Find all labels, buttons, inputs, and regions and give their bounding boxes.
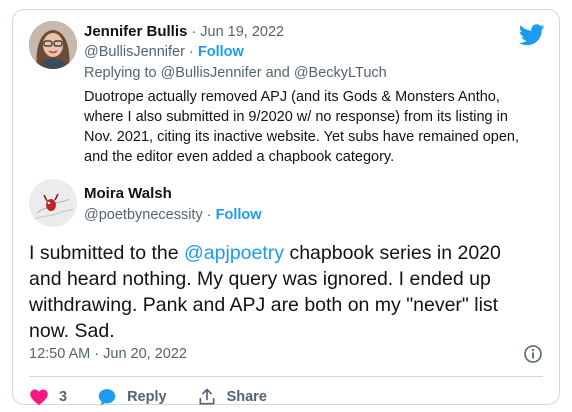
main-text-before-mention: I submitted to the xyxy=(29,242,179,264)
main-tweet-text: I submitted to the @apjpoetry chapbook s… xyxy=(29,240,549,344)
reply-text-line: Duotrope actually removed APJ (and its G… xyxy=(84,89,500,105)
main-text-line: I submitted to the @apjpoetry chapbook s… xyxy=(29,240,549,266)
main-text-line: withdrawing. Pank and APJ are both on my… xyxy=(29,294,499,316)
like-count: 3 xyxy=(59,389,68,405)
reply-bubble-icon xyxy=(98,389,116,406)
share-label: Share xyxy=(226,389,267,405)
avatar-moira[interactable] xyxy=(29,179,77,227)
reply-tweet-text: Duotrope actually removed APJ (and its G… xyxy=(84,87,544,167)
main-author-name[interactable]: Moira Walsh xyxy=(84,185,172,202)
main-text-line: and heard nothing. My query was ignored.… xyxy=(29,268,491,290)
replying-to-and: and xyxy=(265,65,290,81)
tweet-actions: 3 Reply Share xyxy=(29,385,297,409)
apjpoetry-mention-link[interactable]: @apjpoetry xyxy=(184,242,284,264)
reply-label: Reply xyxy=(127,389,167,405)
reply-button[interactable]: Reply xyxy=(97,387,167,407)
main-author-handle[interactable]: @poetbynecessity xyxy=(84,207,203,223)
info-icon[interactable] xyxy=(523,344,543,364)
reply-tweet-header: Jennifer Bullis · Jun 19, 2022 xyxy=(84,22,284,42)
handle-separator: · xyxy=(189,44,194,60)
reply-handle-row: @BullisJennifer · Follow xyxy=(84,42,244,62)
reply-tweet-date[interactable]: Jun 19, 2022 xyxy=(200,24,284,40)
reply-author-name[interactable]: Jennifer Bullis xyxy=(84,23,187,40)
twitter-bird-icon[interactable] xyxy=(519,24,545,46)
tweet-timestamp[interactable]: 12:50 AM · Jun 20, 2022 xyxy=(29,346,187,362)
action-divider xyxy=(29,376,543,377)
avatar-jennifer-image xyxy=(29,21,77,69)
handle-separator: · xyxy=(206,207,212,223)
replying-to-line: Replying to @BullisJennifer and @BeckyLT… xyxy=(84,63,387,83)
main-tweet-header: Moira Walsh xyxy=(84,184,172,204)
main-text-after-mention: chapbook series in 2020 xyxy=(289,242,501,264)
heart-icon xyxy=(30,389,48,405)
main-handle-row: @poetbynecessity · Follow xyxy=(84,205,262,225)
avatar-moira-image xyxy=(29,179,77,227)
avatar-jennifer[interactable] xyxy=(29,21,77,69)
header-separator: · xyxy=(191,24,197,40)
share-button[interactable]: Share xyxy=(197,387,267,407)
follow-jennifer-link[interactable]: Follow xyxy=(198,44,244,60)
follow-moira-link[interactable]: Follow xyxy=(216,207,262,223)
replying-to-label: Replying to xyxy=(84,65,157,81)
reply-author-handle[interactable]: @BullisJennifer xyxy=(84,44,185,60)
replying-to-user1[interactable]: @BullisJennifer xyxy=(161,65,262,81)
reply-text-line: and the editor even added a chapbook cat… xyxy=(84,149,395,165)
main-text-line: now. Sad. xyxy=(29,320,115,342)
like-button[interactable]: 3 xyxy=(29,387,67,407)
share-icon xyxy=(199,388,215,405)
tweet-embed-card: Jennifer Bullis · Jun 19, 2022 @BullisJe… xyxy=(12,9,560,406)
replying-to-user2[interactable]: @BeckyLTuch xyxy=(294,65,387,81)
reply-text-line: Nov. 2021, citing its inactive website. … xyxy=(84,129,519,145)
reply-text-line: where I also submitted in 9/2020 w/ no r… xyxy=(84,109,508,125)
